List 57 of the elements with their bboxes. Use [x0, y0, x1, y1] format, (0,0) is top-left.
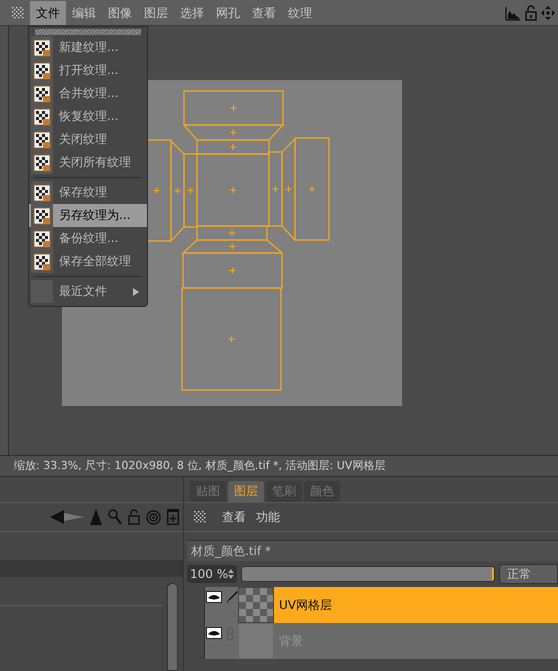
menu-item[interactable]: 图像 — [102, 0, 138, 24]
layer-thumbnail — [239, 588, 273, 622]
menu-item[interactable]: 备份纹理... — [29, 227, 147, 250]
menu-item[interactable]: 最近文件 — [29, 280, 147, 303]
submenu-arrow-icon — [133, 288, 139, 296]
menu-item[interactable]: 新建纹理... — [29, 36, 147, 59]
document-title: 材质_颜色.tif * — [187, 540, 558, 561]
menu-item[interactable]: 关闭所有纹理 — [29, 151, 147, 174]
eye-icon[interactable] — [206, 627, 222, 639]
menu-item[interactable]: 恢复纹理... — [29, 105, 147, 128]
brush-icon — [226, 591, 238, 603]
texture-file-icon — [33, 184, 51, 202]
menu-item[interactable]: 文件 — [30, 0, 66, 24]
texture-file-icon — [33, 62, 51, 80]
add-panel-icon[interactable] — [167, 509, 179, 525]
histogram-icon[interactable] — [505, 4, 521, 20]
texture-file-icon — [33, 108, 51, 126]
unlock-icon[interactable] — [128, 509, 140, 525]
menu-item[interactable]: 选择 — [174, 0, 210, 24]
panel-tab[interactable]: 图层 — [228, 481, 264, 502]
grip-icon[interactable] — [12, 6, 24, 18]
menu-item[interactable]: 纹理 — [282, 0, 318, 24]
menu-grip[interactable] — [35, 29, 141, 35]
unlock-icon[interactable] — [524, 4, 538, 20]
menu-item[interactable]: 图层 — [138, 0, 174, 24]
texture-file-icon — [33, 84, 51, 102]
opacity-field[interactable]: 100 % — [187, 565, 237, 583]
perspective-arrow-icon[interactable] — [50, 510, 84, 524]
blend-mode-dropdown[interactable]: 正常 — [499, 564, 558, 584]
menu-item[interactable]: 打开纹理... — [29, 59, 147, 82]
menu-item[interactable]: 编辑 — [66, 0, 102, 24]
menu-item[interactable]: 功能 — [256, 508, 280, 526]
menu-item[interactable]: 保存全部纹理 — [29, 250, 147, 273]
layer-thumbnail — [239, 624, 273, 658]
status-bar: 缩放: 33.3%, 尺寸: 1020x980, 8 位, 材质_颜色.tif *, 活动图层: UV网格层 — [0, 455, 558, 477]
texture-file-icon — [33, 154, 51, 172]
menu-item[interactable]: 查看 — [246, 0, 282, 24]
layer-row[interactable]: UV网格层 — [205, 587, 558, 623]
move-icon[interactable] — [541, 4, 555, 20]
texture-file-icon — [33, 252, 51, 270]
texture-file-icon — [33, 130, 51, 148]
search-icon[interactable] — [108, 509, 122, 525]
menu-item[interactable]: 另存纹理为... — [29, 204, 147, 227]
up-arrow-icon[interactable] — [90, 509, 102, 525]
menu-item[interactable]: 保存纹理 — [29, 181, 147, 204]
texture-file-icon — [33, 230, 51, 248]
grip-icon[interactable] — [194, 511, 206, 523]
target-icon[interactable] — [146, 510, 161, 524]
spinner-icon[interactable] — [228, 569, 234, 579]
menu-item[interactable]: 合并纹理... — [29, 82, 147, 105]
eye-icon[interactable] — [206, 591, 222, 603]
texture-file-icon — [33, 206, 51, 224]
menu-item[interactable]: 网孔 — [210, 0, 246, 24]
scrollbar[interactable] — [167, 583, 178, 671]
menu-item[interactable]: 关闭纹理 — [29, 128, 147, 151]
menu-item[interactable]: 查看 — [222, 508, 246, 526]
texture-file-icon — [33, 38, 51, 56]
